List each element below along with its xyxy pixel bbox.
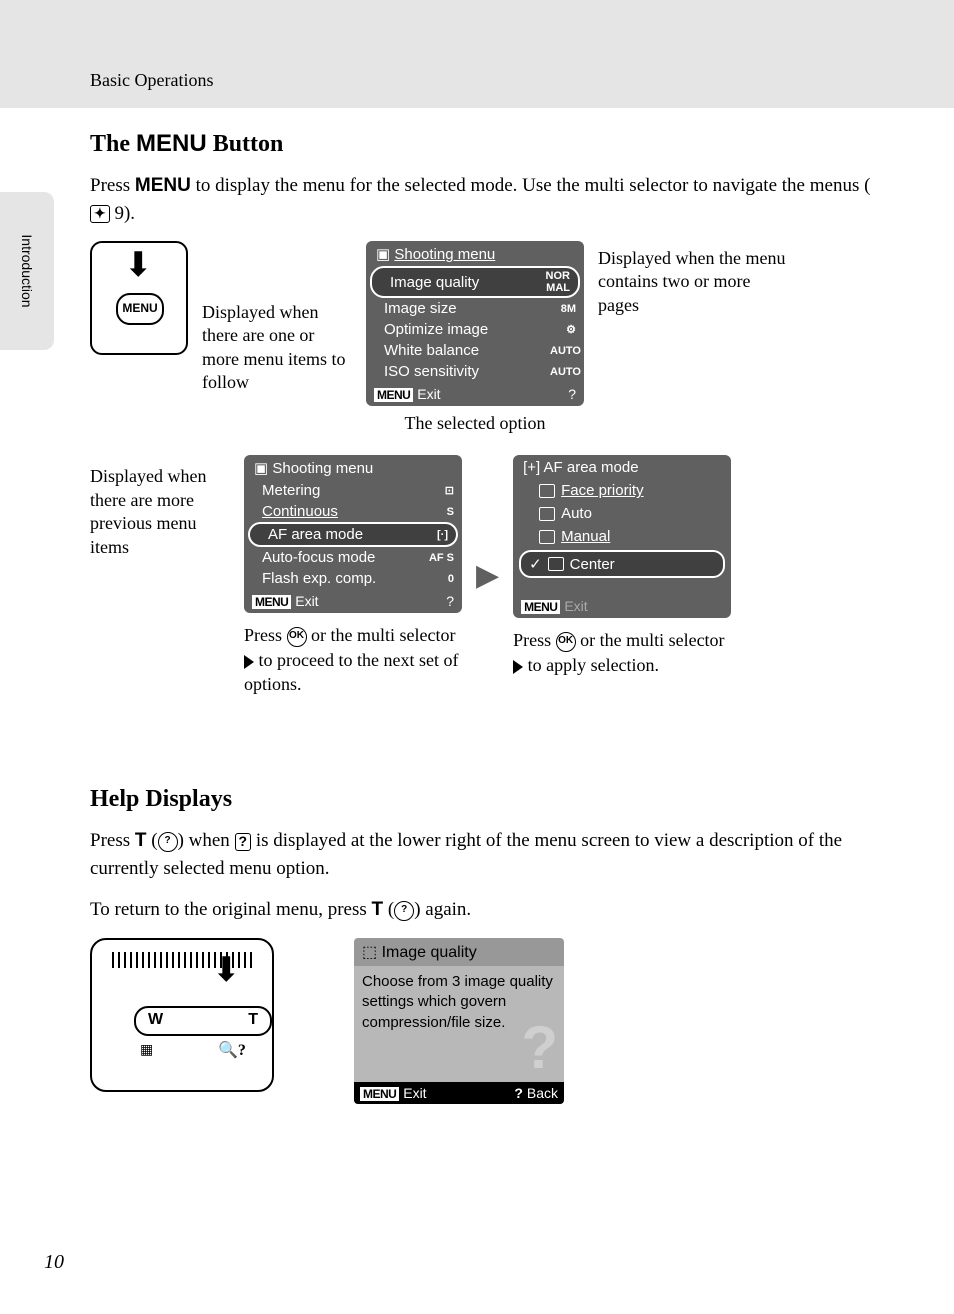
menu-item: ContinuousS: [244, 501, 462, 522]
screen-title: ▣ Shooting menu: [366, 241, 584, 266]
caption-press-next: Press OK or the multi selector to procee…: [244, 623, 462, 696]
camera-menu-button: MENU: [116, 293, 164, 325]
annotation-prev: Displayed when there are more previous m…: [90, 455, 230, 696]
menu-item: ISO sensitivityAUTO: [366, 361, 584, 382]
face-priority-icon: [539, 484, 555, 498]
ok-button-icon: OK: [287, 627, 307, 647]
help-icon: ?: [568, 386, 576, 402]
ok-button-icon: OK: [556, 632, 576, 652]
camera-illustration-2: ⬇ W T ▦ 🔍?: [90, 938, 274, 1092]
question-box-icon: ?: [235, 833, 252, 850]
menu-item: Image size8M: [366, 298, 584, 319]
help-title: ⬚ Image quality: [354, 938, 564, 966]
caption-press-apply: Press OK or the multi selector to apply …: [513, 628, 731, 677]
page-number: 10: [44, 1251, 64, 1274]
menu-item: Optimize image⚙: [366, 319, 584, 340]
screen-title: [+] AF area mode: [513, 455, 731, 479]
help-illustration-row: ⬇ W T ▦ 🔍? ⬚ Image quality Choose from 3…: [90, 938, 884, 1104]
right-triangle-icon: [244, 655, 254, 669]
thumbnail-icon: ▦: [140, 1042, 153, 1059]
side-tab-label: Introduction: [19, 234, 35, 307]
section-heading-help: Help Displays: [90, 786, 884, 813]
arrow-down-icon: ⬇: [212, 954, 241, 988]
section-body-1: Press MENU to display the menu for the s…: [90, 172, 884, 227]
af-icon: [+]: [523, 459, 543, 476]
menu-item: Auto-focus modeAF S: [244, 547, 462, 568]
help-body-2: To return to the original menu, press T …: [90, 896, 884, 924]
camera-mode-icon: ▣: [376, 246, 394, 263]
help-description: Choose from 3 image quality settings whi…: [354, 966, 564, 1082]
help-icon: ?: [446, 593, 454, 609]
screen-af-area-mode: [+] AF area mode Face priority Auto Manu…: [513, 455, 731, 618]
arrow-right-icon: ▶: [476, 558, 499, 593]
annotation-scroll: Displayed when the menu contains two or …: [598, 241, 788, 435]
screen-shooting-menu-1: ▣ Shooting menu Image qualityNOR MAL Ima…: [366, 241, 584, 406]
crossref-icon: ✦: [90, 205, 110, 222]
zoom-wide: W: [148, 1008, 163, 1034]
content: The MENU Button Press MENU to display th…: [90, 60, 884, 1104]
section-heading-menu-button: The MENU Button: [90, 130, 884, 158]
auto-icon: [539, 507, 555, 521]
screen-title: ▣ Shooting menu: [244, 455, 462, 480]
menu-item: Flash exp. comp.0: [244, 568, 462, 589]
option: Manual: [513, 525, 731, 548]
arrow-down-icon: ⬇: [124, 249, 153, 283]
option: Auto: [513, 502, 731, 525]
camera-mode-icon: ▣: [254, 460, 272, 477]
option: Face priority: [513, 479, 731, 502]
center-icon: [548, 557, 564, 571]
illustration-row-1: ⬇ MENU Displayed when there are one or m…: [90, 241, 884, 435]
option-selected: ✓Center: [519, 550, 725, 578]
zoom-tele: T: [248, 1008, 258, 1034]
watermark-question-icon: ?: [521, 1007, 558, 1088]
help-body-1: Press T (?) when ? is displayed at the l…: [90, 827, 884, 882]
question-circle-icon: ?: [158, 832, 178, 852]
menu-item: White balanceAUTO: [366, 340, 584, 361]
menu-item: Metering⊡: [244, 480, 462, 501]
right-triangle-icon: [513, 660, 523, 674]
menu-item-selected: AF area mode[·]: [248, 522, 458, 547]
quality-icon: ⬚: [362, 944, 382, 961]
screen-footer: MENU Exit?: [244, 589, 462, 613]
annotation-follow: Displayed when there are one or more men…: [202, 241, 352, 435]
illustration-row-2: Displayed when there are more previous m…: [90, 455, 884, 696]
zoom-rocker: W T: [134, 1006, 272, 1036]
question-circle-icon: ?: [394, 901, 414, 921]
screen-footer: MENU Exit?: [366, 382, 584, 406]
manual-page: Introduction Basic Operations The MENU B…: [0, 0, 954, 1314]
annotation-selected: The selected option: [366, 412, 584, 435]
screen-shooting-menu-2: ▣ Shooting menu Metering⊡ ContinuousS AF…: [244, 455, 462, 613]
help-screen: ⬚ Image quality Choose from 3 image qual…: [354, 938, 564, 1104]
manual-icon: [539, 530, 555, 544]
menu-label-inline: MENU: [136, 130, 207, 157]
menu-item-selected: Image qualityNOR MAL: [370, 266, 580, 298]
magnify-help-icon: 🔍?: [218, 1040, 246, 1060]
camera-illustration-1: ⬇ MENU: [90, 241, 188, 355]
side-tab: Introduction: [0, 192, 54, 350]
check-icon: ✓: [529, 555, 542, 573]
screen-footer: MENU Exit: [513, 594, 731, 618]
